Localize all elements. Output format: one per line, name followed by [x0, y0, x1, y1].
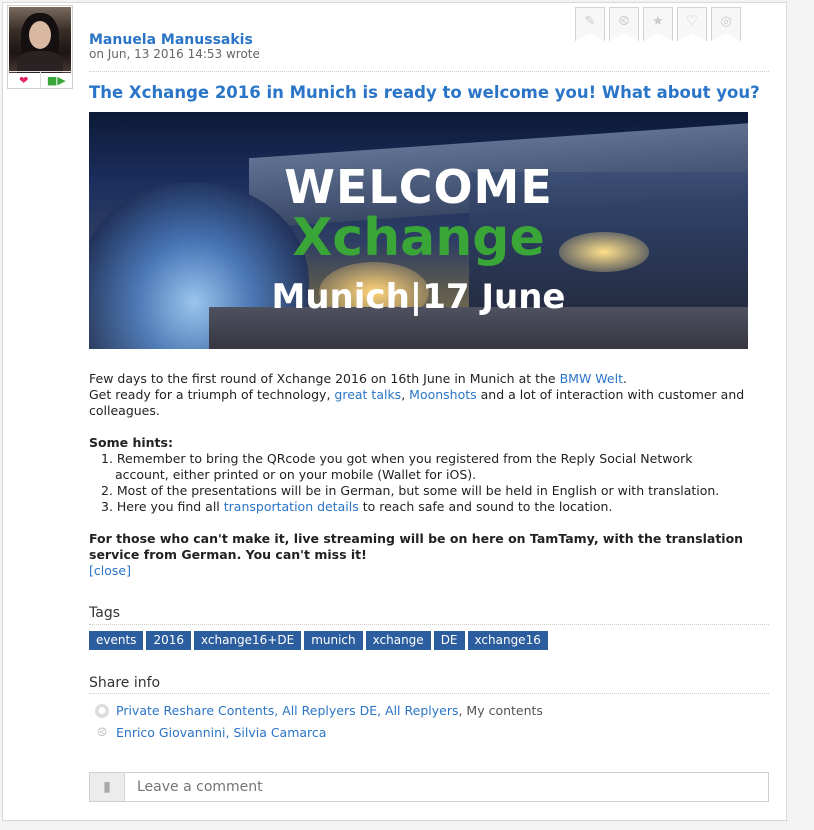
heart-icon[interactable]: ❤	[8, 72, 40, 88]
comment-input[interactable]	[125, 778, 768, 796]
share-info-heading: Share info	[89, 675, 161, 691]
post-banner-image: WELCOME Xchange Munich|17 June	[89, 112, 748, 349]
bmw-welt-link[interactable]: BMW Welt	[560, 371, 623, 386]
list-item: 2. Most of the presentations will be in …	[101, 483, 720, 498]
post-actions: ✎ ⧀ ★ ♡ ◎	[575, 7, 741, 41]
banner-xchange-text: Xchange	[292, 208, 545, 268]
share-groups-row: ● Private Reshare Contents, All Replyers…	[95, 703, 543, 718]
group-icon: ●	[95, 703, 109, 718]
divider	[89, 71, 769, 72]
tags-list: events 2016 xchange16+DE munich xchange …	[89, 631, 548, 650]
intro-line-1: Few days to the first round of Xchange 2…	[89, 371, 627, 386]
share-icon: ⧀	[95, 725, 109, 740]
post-body: Few days to the first round of Xchange 2…	[89, 371, 749, 579]
author-avatar-box: ❤ ■▶	[7, 5, 73, 89]
video-call-icon[interactable]: ■▶	[39, 72, 73, 88]
follow-icon[interactable]: ◎	[711, 7, 741, 41]
share-groups-links[interactable]: Private Reshare Contents, All Replyers D…	[116, 703, 458, 718]
post-timestamp: on Jun, 13 2016 14:53 wrote	[89, 47, 260, 61]
comment-box: ▮	[89, 772, 769, 802]
share-icon[interactable]: ⧀	[609, 7, 639, 41]
moonshots-link[interactable]: Moonshots	[409, 387, 477, 402]
star-icon[interactable]: ★	[643, 7, 673, 41]
hints-list: 1. Remember to bring the QRcode you got …	[89, 451, 749, 515]
tag-munich[interactable]: munich	[304, 631, 363, 650]
share-people-links[interactable]: Enrico Giovannini, Silvia Camarca	[116, 725, 326, 740]
share-people-row: ⧀ Enrico Giovannini, Silvia Camarca	[95, 725, 326, 740]
banner-welcome-text: WELCOME	[284, 160, 553, 214]
divider	[89, 693, 769, 694]
great-talks-link[interactable]: great talks	[334, 387, 401, 402]
banner-location-text: Munich|17 June	[271, 277, 566, 317]
hints-heading: Some hints:	[89, 435, 173, 450]
close-link[interactable]: [close]	[89, 563, 131, 578]
edit-icon[interactable]: ✎	[575, 7, 605, 41]
comment-icon: ▮	[90, 773, 125, 801]
post-title[interactable]: The Xchange 2016 in Munich is ready to w…	[89, 83, 760, 102]
post-card: ❤ ■▶ Manuela Manussakis on Jun, 13 2016 …	[2, 2, 787, 821]
avatar-actions: ❤ ■▶	[8, 71, 72, 88]
tags-heading: Tags	[89, 605, 120, 621]
list-item: 1. Remember to bring the QRcode you got …	[101, 451, 693, 482]
avatar[interactable]	[9, 7, 71, 73]
list-item: 3. Here you find all transportation deta…	[101, 499, 613, 514]
tag-xchange16-de[interactable]: xchange16+DE	[193, 631, 302, 650]
like-icon[interactable]: ♡	[677, 7, 707, 41]
tag-xchange16[interactable]: xchange16	[467, 631, 548, 650]
closing-text: For those who can't make it, live stream…	[89, 531, 744, 562]
tag-de[interactable]: DE	[433, 631, 465, 650]
divider	[89, 624, 769, 625]
tag-xchange[interactable]: xchange	[365, 631, 431, 650]
author-name[interactable]: Manuela Manussakis	[89, 32, 253, 48]
tag-events[interactable]: events	[89, 631, 144, 650]
intro-line-2: Get ready for a triumph of technology, g…	[89, 387, 745, 418]
transportation-details-link[interactable]: transportation details	[224, 499, 359, 514]
tag-2016[interactable]: 2016	[146, 631, 191, 650]
